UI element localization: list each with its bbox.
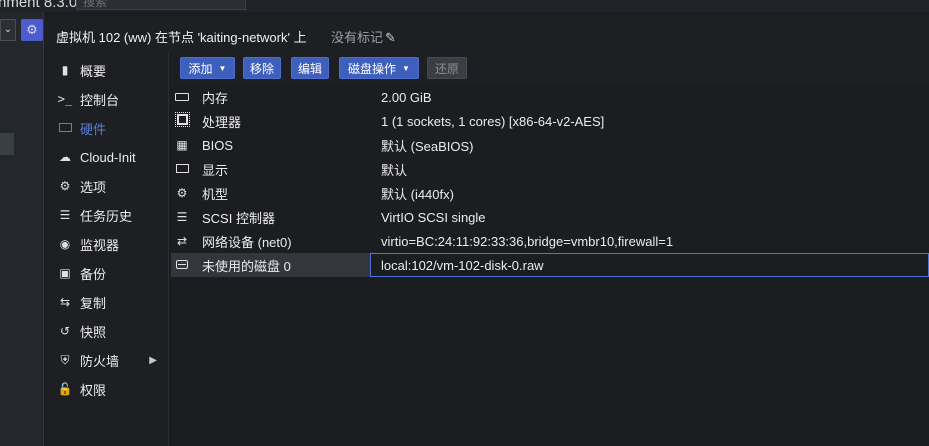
row-value: 默认 (i440fx): [381, 186, 454, 202]
cpu-icon: [173, 112, 191, 128]
add-button-label: 添加: [188, 61, 213, 76]
row-name: 显示: [202, 162, 229, 178]
disk-action-button[interactable]: 磁盘操作 ▼: [339, 57, 419, 79]
history-icon: ↺: [59, 324, 71, 338]
book-icon: ▮: [61, 63, 69, 77]
floppy-icon: ▣: [59, 266, 71, 280]
memory-icon: [173, 90, 191, 104]
database-icon: ☰: [176, 210, 188, 224]
tree-settings-button[interactable]: ⚙: [21, 19, 43, 41]
row-name: 处理器: [202, 114, 242, 130]
row-value: 1 (1 sockets, 1 cores) [x86-64-v2-AES]: [381, 113, 605, 129]
nav-item-backup[interactable]: ▣ 备份: [47, 259, 169, 287]
unlock-icon: 🔓: [57, 382, 73, 396]
row-value: 默认: [381, 162, 408, 178]
search-input[interactable]: 搜索: [76, 0, 246, 10]
resource-tree-panel: ⌄ ⚙: [0, 12, 44, 446]
row-name: 机型: [202, 186, 229, 202]
list-icon: ☰: [59, 208, 71, 222]
microchip-icon: ▦: [176, 138, 188, 152]
row-name: 未使用的磁盘 0: [202, 258, 291, 274]
table-row[interactable]: ▦ BIOS 默认 (SeaBIOS): [171, 133, 929, 157]
table-row-selected[interactable]: 未使用的磁盘 0 local:102/vm-102-disk-0.raw: [171, 253, 929, 277]
cloud-icon: ☁: [59, 150, 71, 164]
desktop-icon: [55, 121, 75, 135]
content-header: 虚拟机 102 (ww) 在节点 'kaiting-network' 上 没有标…: [44, 17, 929, 53]
revert-button-label: 还原: [434, 61, 459, 76]
gear-icon: ⚙: [59, 179, 71, 193]
add-button[interactable]: 添加 ▼: [180, 57, 235, 79]
nav-item-label: 选项: [80, 179, 107, 195]
gear-icon: ⚙: [26, 22, 38, 37]
row-name: 内存: [202, 90, 229, 106]
row-name: 网络设备 (net0): [202, 234, 292, 250]
nav-item-label: 监视器: [80, 237, 120, 253]
edit-button[interactable]: 编辑: [291, 57, 329, 79]
tree-selected-item[interactable]: [0, 133, 14, 155]
table-row[interactable]: 内存 2.00 GiB: [171, 85, 929, 109]
nav-item-task-history[interactable]: ☰ 任务历史: [47, 201, 169, 229]
nav-item-options[interactable]: ⚙ 选项: [47, 172, 169, 200]
row-value: VirtIO SCSI single: [381, 209, 486, 225]
nav-item-label: 概要: [80, 63, 107, 79]
tags-label: 没有标记: [331, 30, 384, 45]
table-row[interactable]: 显示 默认: [171, 157, 929, 181]
nav-item-label: 复制: [80, 295, 107, 311]
cogs-icon: ⚙: [176, 186, 188, 200]
retweet-icon: ⇆: [59, 295, 71, 309]
page-title: 虚拟机 102 (ww) 在节点 'kaiting-network' 上: [56, 30, 307, 45]
revert-button[interactable]: 还原: [427, 57, 467, 79]
nav-item-hardware[interactable]: 硬件: [47, 114, 169, 142]
table-row[interactable]: ☰ SCSI 控制器 VirtIO SCSI single: [171, 205, 929, 229]
hardware-toolbar: 添加 ▼ 移除 编辑 磁盘操作 ▼ 还原: [171, 53, 929, 85]
chevron-down-icon: ⌄: [3, 24, 13, 35]
nav-item-cloud-init[interactable]: ☁ Cloud-Init: [47, 143, 169, 171]
nav-item-snapshots[interactable]: ↺ 快照: [47, 317, 169, 345]
row-value: local:102/vm-102-disk-0.raw: [381, 257, 544, 273]
row-value: 默认 (SeaBIOS): [381, 138, 474, 154]
edit-button-label: 编辑: [297, 61, 322, 76]
nav-item-label: 权限: [80, 382, 107, 398]
tags-editor[interactable]: 没有标记 ✎: [331, 27, 396, 46]
pencil-icon[interactable]: ✎: [385, 30, 396, 45]
exchange-icon: ⇄: [176, 234, 188, 248]
view-selector-dropdown[interactable]: ⌄: [0, 19, 16, 41]
row-value: 2.00 GiB: [381, 89, 432, 105]
nav-item-label: 备份: [80, 266, 107, 282]
app-title: nment 8.3.0: [0, 0, 78, 11]
nav-item-summary[interactable]: ▮ 概要: [47, 56, 169, 84]
chevron-down-icon: ▼: [218, 63, 227, 73]
row-name: BIOS: [202, 137, 234, 153]
nav-item-label: 任务历史: [80, 208, 133, 224]
nav-item-label: Cloud-Init: [80, 149, 136, 165]
nav-item-monitor[interactable]: ◉ 监视器: [47, 230, 169, 258]
nav-item-label: 控制台: [80, 92, 120, 108]
desktop-icon: [173, 162, 191, 176]
top-bar: nment 8.3.0 搜索: [0, 0, 929, 12]
disk-action-label: 磁盘操作: [348, 61, 397, 76]
terminal-icon: >_: [57, 92, 73, 106]
nav-item-label: 硬件: [80, 121, 107, 137]
nav-item-console[interactable]: >_ 控制台: [47, 85, 169, 113]
hardware-grid: 内存 2.00 GiB 处理器 1 (1 sockets, 1 cores) […: [171, 85, 929, 446]
chevron-down-icon: ▼: [402, 63, 410, 73]
nav-item-label: 防火墙: [80, 353, 120, 369]
shield-icon: ⛨: [60, 352, 70, 367]
eye-icon: ◉: [59, 237, 71, 251]
hdd-icon: [173, 258, 191, 272]
remove-button[interactable]: 移除: [243, 57, 281, 79]
expand-arrow-icon[interactable]: ▶: [149, 355, 157, 366]
table-row[interactable]: 处理器 1 (1 sockets, 1 cores) [x86-64-v2-AE…: [171, 109, 929, 133]
nav-item-label: 快照: [80, 324, 107, 340]
row-name: SCSI 控制器: [202, 210, 275, 226]
remove-button-label: 移除: [249, 61, 274, 76]
nav-item-permissions[interactable]: 🔓 权限: [47, 375, 169, 403]
vm-nav-menu: ▮ 概要 >_ 控制台 硬件 ☁ Cloud-Init ⚙ 选项 ☰ 任务历史 …: [47, 53, 169, 446]
table-row[interactable]: ⚙ 机型 默认 (i440fx): [171, 181, 929, 205]
table-row[interactable]: ⇄ 网络设备 (net0) virtio=BC:24:11:92:33:36,b…: [171, 229, 929, 253]
nav-item-firewall[interactable]: ⛨ 防火墙 ▶: [47, 346, 169, 374]
row-value: virtio=BC:24:11:92:33:36,bridge=vmbr10,f…: [381, 233, 674, 249]
nav-item-replication[interactable]: ⇆ 复制: [47, 288, 169, 316]
